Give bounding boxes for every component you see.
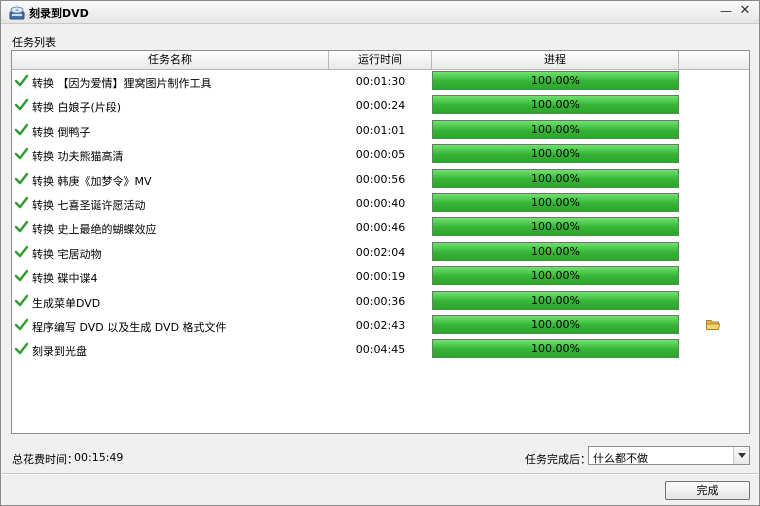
check-icon [14, 342, 29, 355]
task-time: 00:00:19 [355, 270, 406, 284]
check-icon [14, 269, 29, 282]
task-time: 00:02:04 [355, 245, 406, 259]
after-completion-value: 什么都不做 [593, 452, 648, 465]
task-name: 转换 白娘子(片段) [32, 101, 122, 115]
task-name: 转换 七喜圣诞许愿活动 [32, 199, 146, 212]
column-header-extra[interactable] [679, 51, 749, 69]
task-time: 00:00:40 [355, 197, 406, 210]
task-time: 00:01:30 [355, 75, 406, 88]
task-time: 00:00:05 [355, 148, 406, 162]
progress-text: 100.00% [531, 220, 580, 234]
check-icon [14, 98, 29, 111]
check-icon [14, 294, 29, 307]
column-header-time[interactable]: 运行时间 [329, 51, 432, 69]
progress-bar: 100.00% [432, 144, 679, 164]
column-header-name[interactable]: 任务名称 [12, 51, 329, 69]
progress-bar: 100.00% [432, 290, 679, 310]
check-icon [14, 220, 29, 233]
progress-text: 100.00% [531, 342, 580, 356]
check-icon [14, 245, 29, 258]
task-name: 刻录到光盘 [32, 345, 87, 359]
table-row[interactable]: 转换 功夫熊猫高清 00:00:05 100.00% [12, 143, 749, 167]
table-row[interactable]: 生成菜单DVD 00:00:36 100.00% [12, 290, 749, 314]
chevron-down-icon[interactable] [733, 447, 749, 464]
progress-text: 100.00% [531, 98, 580, 112]
progress-text: 100.00% [531, 318, 580, 331]
check-icon [14, 172, 29, 185]
total-time-value: 00:15:49 [74, 451, 124, 464]
task-name: 转换 功夫熊猫高清 [32, 150, 124, 164]
progress-bar: 100.00% [432, 95, 679, 115]
progress-text: 100.00% [531, 196, 580, 209]
task-time: 00:00:36 [355, 294, 406, 308]
table-row[interactable]: 转换 碟中谍4 00:00:19 100.00% [12, 265, 749, 289]
progress-text: 100.00% [531, 122, 580, 136]
task-list-label: 任务列表 [12, 36, 56, 49]
after-completion-label: 任务完成后： [525, 453, 591, 466]
task-name: 转换 韩庚《加梦令》MV [32, 174, 152, 188]
table-row[interactable]: 转换 宅居动物 00:02:04 100.00% [12, 241, 749, 265]
task-name: 生成菜单DVD [32, 296, 101, 310]
task-name: 程序编写 DVD 以及生成 DVD 格式文件 [32, 321, 227, 334]
progress-bar: 100.00% [432, 193, 679, 212]
done-button[interactable]: 完成 [665, 481, 750, 500]
task-time: 00:04:45 [355, 343, 406, 357]
dvd-burner-icon [9, 5, 25, 20]
progress-bar: 100.00% [432, 241, 679, 261]
check-icon [14, 318, 29, 331]
progress-text: 100.00% [531, 147, 580, 161]
table-row[interactable]: 刻录到光盘 00:04:45 100.00% [12, 338, 749, 362]
progress-text: 100.00% [531, 244, 580, 258]
progress-bar: 100.00% [432, 119, 679, 139]
progress-bar: 100.00% [432, 217, 679, 237]
progress-text: 100.00% [531, 269, 580, 283]
progress-text: 100.00% [531, 171, 580, 185]
column-header-progress[interactable]: 进程 [432, 51, 679, 69]
table-row[interactable]: 转换 白娘子(片段) 00:00:24 100.00% [12, 94, 749, 118]
task-name: 转换 宅居动物 [32, 247, 102, 261]
task-time: 00:00:24 [355, 99, 406, 113]
window-title: 刻录到DVD [29, 7, 89, 20]
progress-bar: 100.00% [432, 71, 679, 90]
close-button[interactable]: ✕ [738, 4, 752, 18]
check-icon [14, 196, 29, 209]
task-name: 转换 碟中谍4 [32, 272, 98, 286]
burn-dvd-window: 刻录到DVD — ✕ 任务列表 任务名称 运行时间 进程 转换 【因为爱情】狸窝… [0, 0, 760, 506]
task-name: 转换 倒鸭子 [32, 125, 91, 139]
folder-icon[interactable] [706, 319, 721, 330]
table-row[interactable]: 转换 倒鸭子 00:01:01 100.00% [12, 119, 749, 143]
task-time: 00:00:46 [355, 221, 406, 235]
after-completion-select[interactable]: 什么都不做 [588, 446, 750, 465]
task-time: 00:00:56 [355, 172, 406, 186]
title-bar: 刻录到DVD — ✕ [1, 1, 759, 24]
table-header: 任务名称 运行时间 进程 [12, 51, 749, 70]
task-name: 转换 史上最绝的蝴蝶效应 [32, 223, 157, 237]
minimize-button[interactable]: — [719, 4, 733, 18]
footer-divider [2, 473, 758, 475]
total-time-label: 总花费时间： [12, 453, 78, 466]
table-row[interactable]: 转换 【因为爱情】狸窝图片制作工具 00:01:30 100.00% [12, 70, 749, 94]
task-time: 00:02:43 [355, 319, 406, 332]
progress-text: 100.00% [531, 74, 580, 87]
table-row[interactable]: 转换 七喜圣诞许愿活动 00:00:40 100.00% [12, 192, 749, 216]
task-name: 转换 【因为爱情】狸窝图片制作工具 [32, 77, 212, 90]
check-icon [14, 147, 29, 160]
table-row[interactable]: 转换 史上最绝的蝴蝶效应 00:00:46 100.00% [12, 216, 749, 240]
table-row[interactable]: 程序编写 DVD 以及生成 DVD 格式文件 00:02:43 100.00% [12, 314, 749, 338]
progress-bar: 100.00% [432, 315, 679, 334]
progress-text: 100.00% [531, 293, 580, 307]
check-icon [14, 74, 29, 87]
task-time: 00:01:01 [355, 123, 406, 137]
table-row[interactable]: 转换 韩庚《加梦令》MV 00:00:56 100.00% [12, 168, 749, 192]
progress-bar: 100.00% [432, 266, 679, 286]
task-table: 任务名称 运行时间 进程 转换 【因为爱情】狸窝图片制作工具 00:01:30 10… [11, 50, 750, 434]
progress-bar: 100.00% [432, 339, 679, 359]
check-icon [14, 123, 29, 136]
progress-bar: 100.00% [432, 168, 679, 188]
